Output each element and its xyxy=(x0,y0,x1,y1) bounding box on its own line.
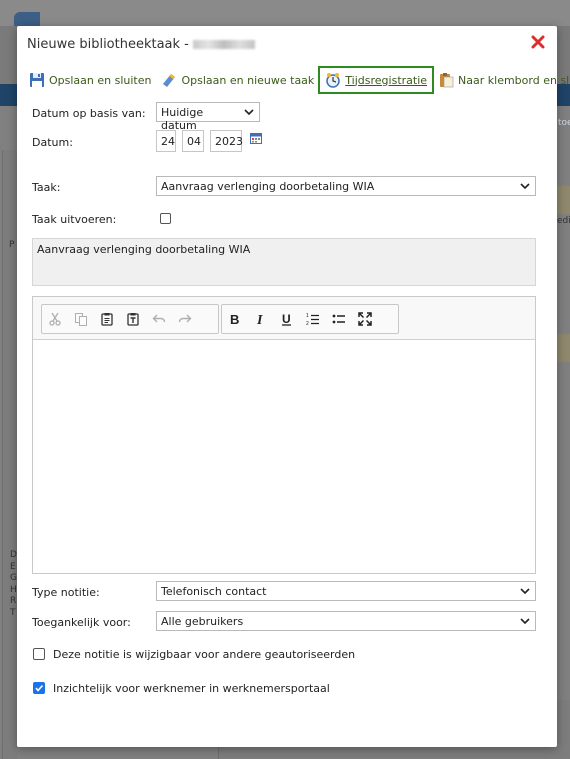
editor-toolbar-group-format: B I U 12 xyxy=(221,304,399,334)
execute-task-checkbox[interactable] xyxy=(160,213,171,224)
editor-toolbar-group-clipboard xyxy=(41,304,219,334)
editable-checkbox[interactable] xyxy=(33,648,45,660)
maximize-icon[interactable] xyxy=(352,307,378,331)
time-registration-button[interactable]: Tijdsregistratie xyxy=(318,66,435,94)
svg-text:U: U xyxy=(282,312,291,326)
chevron-down-icon xyxy=(520,588,530,595)
visible-in-portal-label: Inzichtelijk voor werknemer in werknemer… xyxy=(53,682,330,695)
italic-icon[interactable]: I xyxy=(248,307,274,331)
date-day-input[interactable]: 24 xyxy=(156,130,176,152)
paste-text-icon[interactable] xyxy=(120,307,146,331)
bold-icon[interactable]: B xyxy=(222,307,248,331)
redacted-name xyxy=(192,40,255,49)
background-text: P xyxy=(9,240,15,250)
numbered-list-icon[interactable]: 12 xyxy=(300,307,326,331)
note-type-label: Type notitie: xyxy=(32,586,100,599)
date-label: Datum: xyxy=(32,136,73,149)
date-year-input[interactable]: 2023 xyxy=(210,130,243,152)
editor-toolbar: B I U 12 xyxy=(33,297,535,340)
svg-text:I: I xyxy=(256,313,263,326)
dialog-title: Nieuwe bibliotheektaak - xyxy=(27,37,255,52)
redo-icon[interactable] xyxy=(172,307,198,331)
task-label: Taak: xyxy=(32,181,61,194)
access-label: Toegankelijk voor: xyxy=(32,616,131,629)
background-topbar xyxy=(0,0,570,26)
chevron-down-icon xyxy=(520,618,530,625)
underline-icon[interactable]: U xyxy=(274,307,300,331)
paste-icon[interactable] xyxy=(94,307,120,331)
close-icon[interactable] xyxy=(530,34,546,50)
editor-text-area[interactable] xyxy=(33,340,535,573)
cut-icon[interactable] xyxy=(42,307,68,331)
bullet-list-icon[interactable] xyxy=(326,307,352,331)
chevron-down-icon xyxy=(520,183,530,190)
background-text-list: DEGHRT xyxy=(10,550,17,618)
copy-icon[interactable] xyxy=(68,307,94,331)
task-description: Aanvraag verlenging doorbetaling WIA xyxy=(32,238,536,286)
note-editor: B I U 12 xyxy=(32,296,536,574)
library-task-dialog: Nieuwe bibliotheektaak - Opslaan en slui… xyxy=(17,26,570,747)
calendar-icon[interactable] xyxy=(250,132,262,144)
chevron-down-icon xyxy=(244,109,254,116)
access-select[interactable]: Alle gebruikers xyxy=(156,611,536,631)
background-nav-text: toe xyxy=(558,118,570,128)
clock-icon xyxy=(326,73,341,88)
date-month-input[interactable]: 04 xyxy=(182,130,204,152)
save-new-icon xyxy=(163,74,176,87)
save-and-close-button[interactable]: Opslaan en sluiten xyxy=(29,72,151,88)
svg-text:B: B xyxy=(230,312,239,326)
clipboard-icon xyxy=(440,73,454,88)
note-type-select[interactable]: Telefonisch contact xyxy=(156,581,536,601)
visible-in-portal-checkbox[interactable] xyxy=(33,682,45,694)
svg-text:2: 2 xyxy=(306,321,309,326)
date-basis-select[interactable]: Huidige datum xyxy=(156,102,260,132)
checkmark-icon xyxy=(35,684,44,692)
date-basis-label: Datum op basis van: xyxy=(32,107,146,120)
svg-text:1: 1 xyxy=(306,313,309,319)
undo-icon[interactable] xyxy=(146,307,172,331)
execute-task-label: Taak uitvoeren: xyxy=(32,213,117,226)
save-and-new-task-button[interactable]: Opslaan en nieuwe taak xyxy=(161,72,314,88)
floppy-disk-icon xyxy=(30,73,44,87)
dialog-toolbar: Opslaan en sluiten Opslaan en nieuwe taa… xyxy=(29,66,570,94)
background-text: edis xyxy=(557,216,570,226)
background-logo xyxy=(14,12,40,26)
clipboard-and-close-button[interactable]: Naar klembord en sluiten xyxy=(438,72,570,88)
editable-label: Deze notitie is wijzigbaar voor andere g… xyxy=(53,648,356,661)
task-select[interactable]: Aanvraag verlenging doorbetaling WIA xyxy=(156,176,536,196)
